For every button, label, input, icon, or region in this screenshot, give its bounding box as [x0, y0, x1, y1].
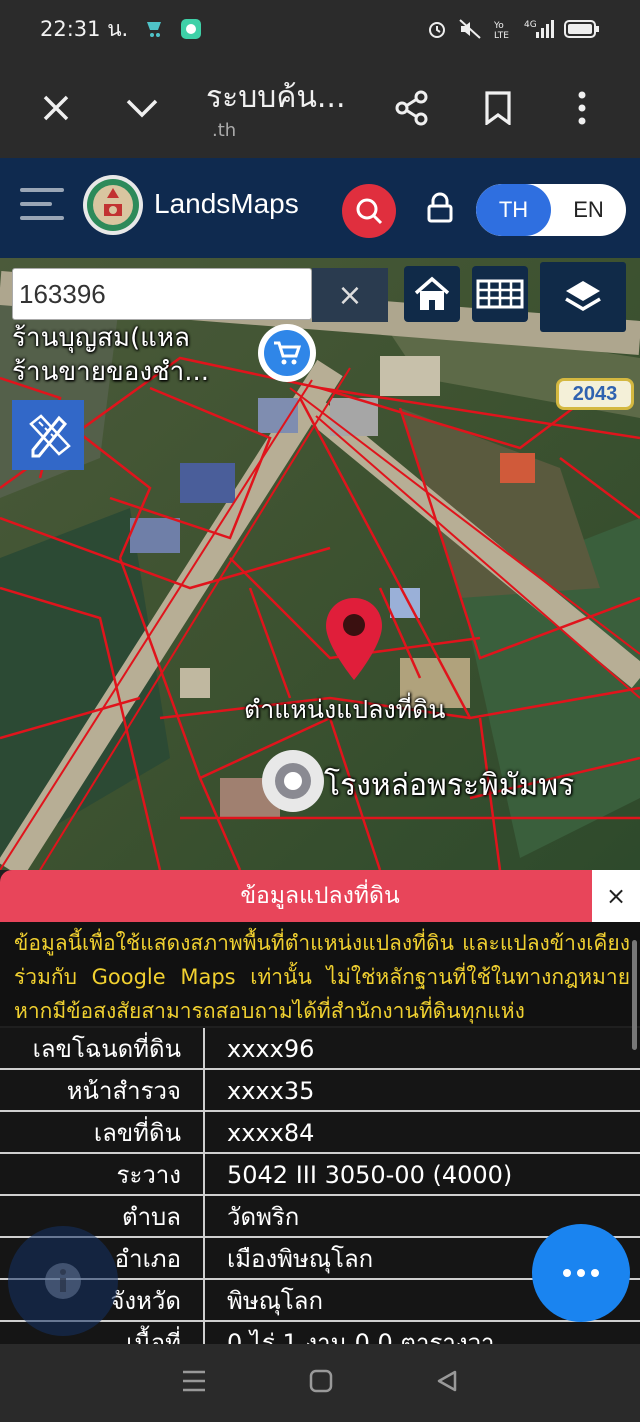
row-value: 5042 III 3050-00 (4000) — [227, 1161, 513, 1189]
parcel-search-input[interactable]: 163396 — [12, 268, 312, 320]
department-logo[interactable] — [82, 174, 144, 240]
parcel-info-header: ข้อมูลแปลงที่ดิน — [0, 870, 640, 922]
more-actions-fab[interactable] — [532, 1224, 630, 1322]
disclaimer-text: ข้อมูลนี้เพื่อใช้แสดงสภาพพื้นที่ตำแหน่งแ… — [0, 922, 640, 1026]
brand-name: LandsMaps — [154, 188, 299, 219]
road-number-badge: 2043 — [556, 378, 634, 410]
search-button[interactable] — [342, 184, 396, 238]
row-key: ระวาง — [0, 1154, 205, 1194]
home-icon — [414, 276, 450, 310]
lang-en-button[interactable]: EN — [551, 184, 626, 236]
place-marker[interactable] — [262, 750, 324, 812]
table-row: ระวาง 5042 III 3050-00 (4000) — [0, 1154, 640, 1196]
row-key: เลขที่ดิน — [0, 1112, 205, 1152]
panel-scrollbar[interactable] — [632, 940, 637, 1050]
lang-th-button[interactable]: TH — [476, 184, 551, 236]
lock-icon — [427, 192, 453, 223]
svg-text:LTE: LTE — [494, 31, 509, 40]
app-notification-icon — [147, 22, 162, 37]
menu-icon — [183, 1370, 205, 1392]
chevron-down-icon — [126, 99, 158, 118]
more-options-button[interactable] — [552, 78, 612, 138]
back-button[interactable] — [435, 1369, 459, 1397]
map-pin-icon — [326, 598, 382, 680]
menu-icon — [20, 188, 64, 220]
place-dot-icon — [275, 763, 311, 799]
hamburger-menu-button[interactable] — [20, 186, 66, 226]
browser-toolbar: ระบบค้น... .th — [0, 58, 640, 158]
row-value: xxxx84 — [227, 1119, 315, 1147]
recents-button[interactable] — [181, 1369, 207, 1397]
more-horiz-icon — [563, 1269, 599, 1277]
close-panel-button[interactable]: × — [592, 870, 640, 922]
home-square-icon — [309, 1369, 333, 1393]
layers-icon — [565, 281, 601, 312]
parcel-location-pin[interactable] — [322, 596, 386, 686]
page-title: ระบบค้น... — [206, 80, 346, 115]
table-row: เลขโฉนดที่ดิน xxxx96 — [0, 1028, 640, 1070]
battery-icon — [564, 20, 599, 38]
row-key: เลขโฉนดที่ดิน — [0, 1028, 205, 1068]
info-button[interactable] — [8, 1226, 118, 1336]
login-button[interactable] — [426, 192, 454, 228]
close-tab-button[interactable] — [26, 78, 86, 138]
app-chat-icon — [181, 19, 202, 39]
grid-view-button[interactable] — [472, 266, 528, 322]
share-icon — [395, 90, 428, 126]
grid-icon — [476, 279, 524, 309]
shop-marker[interactable] — [258, 324, 316, 382]
table-row: หน้าสำรวจ xxxx35 — [0, 1070, 640, 1112]
share-button[interactable] — [382, 78, 442, 138]
back-triangle-icon — [437, 1370, 457, 1392]
status-bar: 22:31 น. Yo LTE 4G — [0, 0, 640, 58]
row-value: xxxx96 — [227, 1035, 315, 1063]
row-value: xxxx35 — [227, 1077, 315, 1105]
draw-tool-button[interactable] — [12, 400, 84, 470]
foundry-label: โรงหล่อพระพิมัมพร — [324, 768, 575, 803]
close-icon — [43, 95, 69, 121]
shop-label-line2: ร้านขายของชำ... — [12, 357, 210, 387]
alarm-icon — [429, 22, 445, 38]
svg-text:Yo: Yo — [494, 21, 504, 31]
svg-text:4G: 4G — [524, 20, 537, 30]
signal-4g-icon: 4G — [524, 20, 554, 38]
mute-icon — [459, 19, 481, 39]
row-key: หน้าสำรวจ — [0, 1070, 205, 1110]
volte-icon: YoLTE — [494, 21, 509, 40]
home-button[interactable] — [309, 1369, 333, 1397]
language-toggle: TH EN — [476, 184, 626, 236]
status-time: 22:31 น. — [40, 16, 129, 41]
pencil-ruler-icon — [29, 414, 71, 458]
parcel-label: ตำแหน่งแปลงที่ดิน — [244, 695, 446, 724]
more-vert-icon — [578, 91, 586, 125]
shop-label-line1: ร้านบุญสม(แหล — [12, 323, 190, 353]
search-icon — [356, 198, 383, 225]
system-nav-bar — [0, 1344, 640, 1422]
clear-search-button[interactable]: × — [312, 268, 388, 322]
collapse-button[interactable] — [112, 78, 172, 138]
home-view-button[interactable] — [404, 266, 460, 322]
shopping-cart-icon — [274, 341, 301, 365]
bookmark-button[interactable] — [468, 78, 528, 138]
table-row: เลขที่ดิน xxxx84 — [0, 1112, 640, 1154]
page-url: .th — [212, 120, 237, 141]
layers-button[interactable] — [540, 262, 626, 332]
bookmark-icon — [485, 91, 511, 125]
info-icon — [45, 1263, 81, 1299]
